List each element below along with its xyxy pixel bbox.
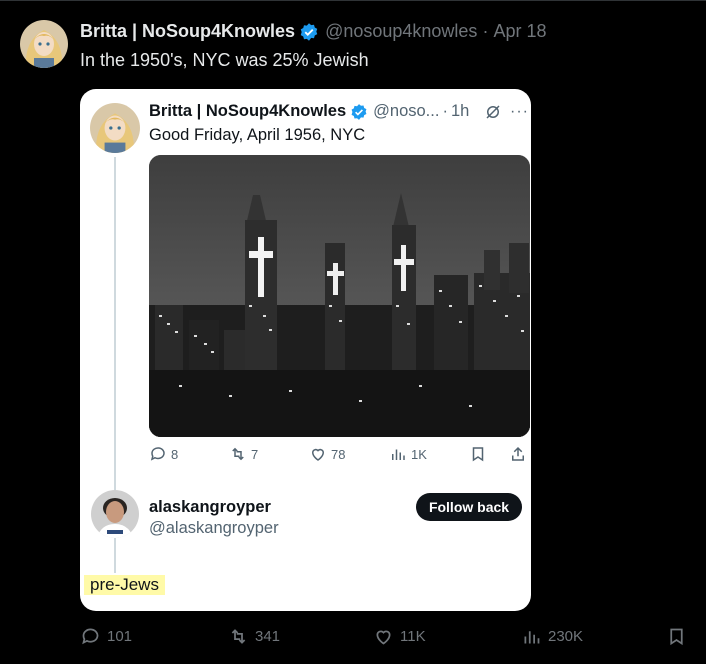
quoted-author-handle[interactable]: @noso...	[373, 102, 439, 121]
repost-icon	[232, 447, 244, 461]
repost-button[interactable]: 341	[228, 626, 280, 647]
verified-badge-icon[interactable]	[350, 103, 368, 121]
reply-text: pre-Jews	[84, 575, 165, 595]
repost-count: 341	[255, 628, 281, 645]
separator-dot: ·	[482, 21, 489, 41]
quoted-header: Britta | NoSoup4Knowles @noso... · 1h	[149, 102, 469, 121]
like-icon	[311, 448, 325, 461]
bookmark-button[interactable]	[469, 445, 487, 463]
bookmark-icon	[472, 447, 484, 462]
author-handle[interactable]: @nosoup4knowles	[325, 21, 477, 42]
like-count: 78	[331, 446, 346, 462]
grok-icon[interactable]	[484, 103, 502, 121]
views-icon	[392, 449, 405, 460]
author-name[interactable]: Britta | NoSoup4Knowles	[80, 21, 295, 42]
views-count: 230K	[548, 628, 584, 645]
like-button[interactable]: 11K	[373, 626, 426, 647]
like-icon	[376, 630, 391, 645]
quoted-time[interactable]: 1h	[451, 102, 469, 121]
reply-author-handle[interactable]: @alaskangroyper	[149, 519, 279, 538]
reply-icon	[82, 628, 99, 645]
like-button[interactable]: 78	[309, 445, 345, 463]
tweet-text: In the 1950's, NYC was 25% Jewish	[80, 50, 369, 70]
quoted-action-bar: 8 7 78 1K	[149, 445, 531, 469]
reply-icon	[150, 447, 165, 461]
tweet-action-bar: 101 341 11K 230K	[0, 626, 706, 652]
reply-author-avatar[interactable]	[91, 490, 139, 538]
share-button[interactable]	[509, 445, 527, 463]
reply-count: 101	[107, 628, 133, 645]
reply-count: 8	[171, 446, 179, 462]
quoted-author-avatar[interactable]	[90, 103, 140, 153]
repost-button[interactable]: 7	[229, 445, 258, 463]
views-icon	[524, 631, 540, 644]
tweet-date[interactable]: Apr 18	[493, 21, 546, 42]
quoted-thread-card[interactable]: Britta | NoSoup4Knowles @noso... · 1h ··…	[80, 89, 531, 611]
views-button[interactable]: 230K	[521, 626, 583, 647]
repost-icon	[231, 629, 246, 644]
more-icon[interactable]: ···	[510, 103, 529, 121]
reply-button[interactable]: 8	[149, 445, 178, 463]
repost-count: 7	[251, 446, 259, 462]
bookmark-button[interactable]	[666, 626, 687, 647]
share-icon	[512, 446, 524, 461]
views-count: 1K	[411, 446, 427, 462]
follow-back-button[interactable]: Follow back	[416, 493, 522, 521]
views-button[interactable]: 1K	[389, 445, 427, 463]
like-count: 11K	[400, 628, 426, 645]
quoted-text: Good Friday, April 1956, NYC	[149, 126, 366, 144]
quoted-author-name[interactable]: Britta | NoSoup4Knowles	[149, 102, 346, 121]
bookmark-icon	[670, 628, 683, 646]
author-avatar[interactable]	[20, 20, 68, 68]
verified-badge-icon[interactable]	[299, 22, 319, 42]
separator-dot: ·	[442, 102, 448, 120]
reply-button[interactable]: 101	[80, 626, 132, 647]
nyc-skyline-photo[interactable]	[149, 155, 530, 437]
reply-author-name[interactable]: alaskangroyper	[149, 498, 271, 517]
tweet-header: Britta | NoSoup4Knowles @nosoup4knowles …	[80, 21, 546, 42]
top-divider	[0, 0, 706, 1]
